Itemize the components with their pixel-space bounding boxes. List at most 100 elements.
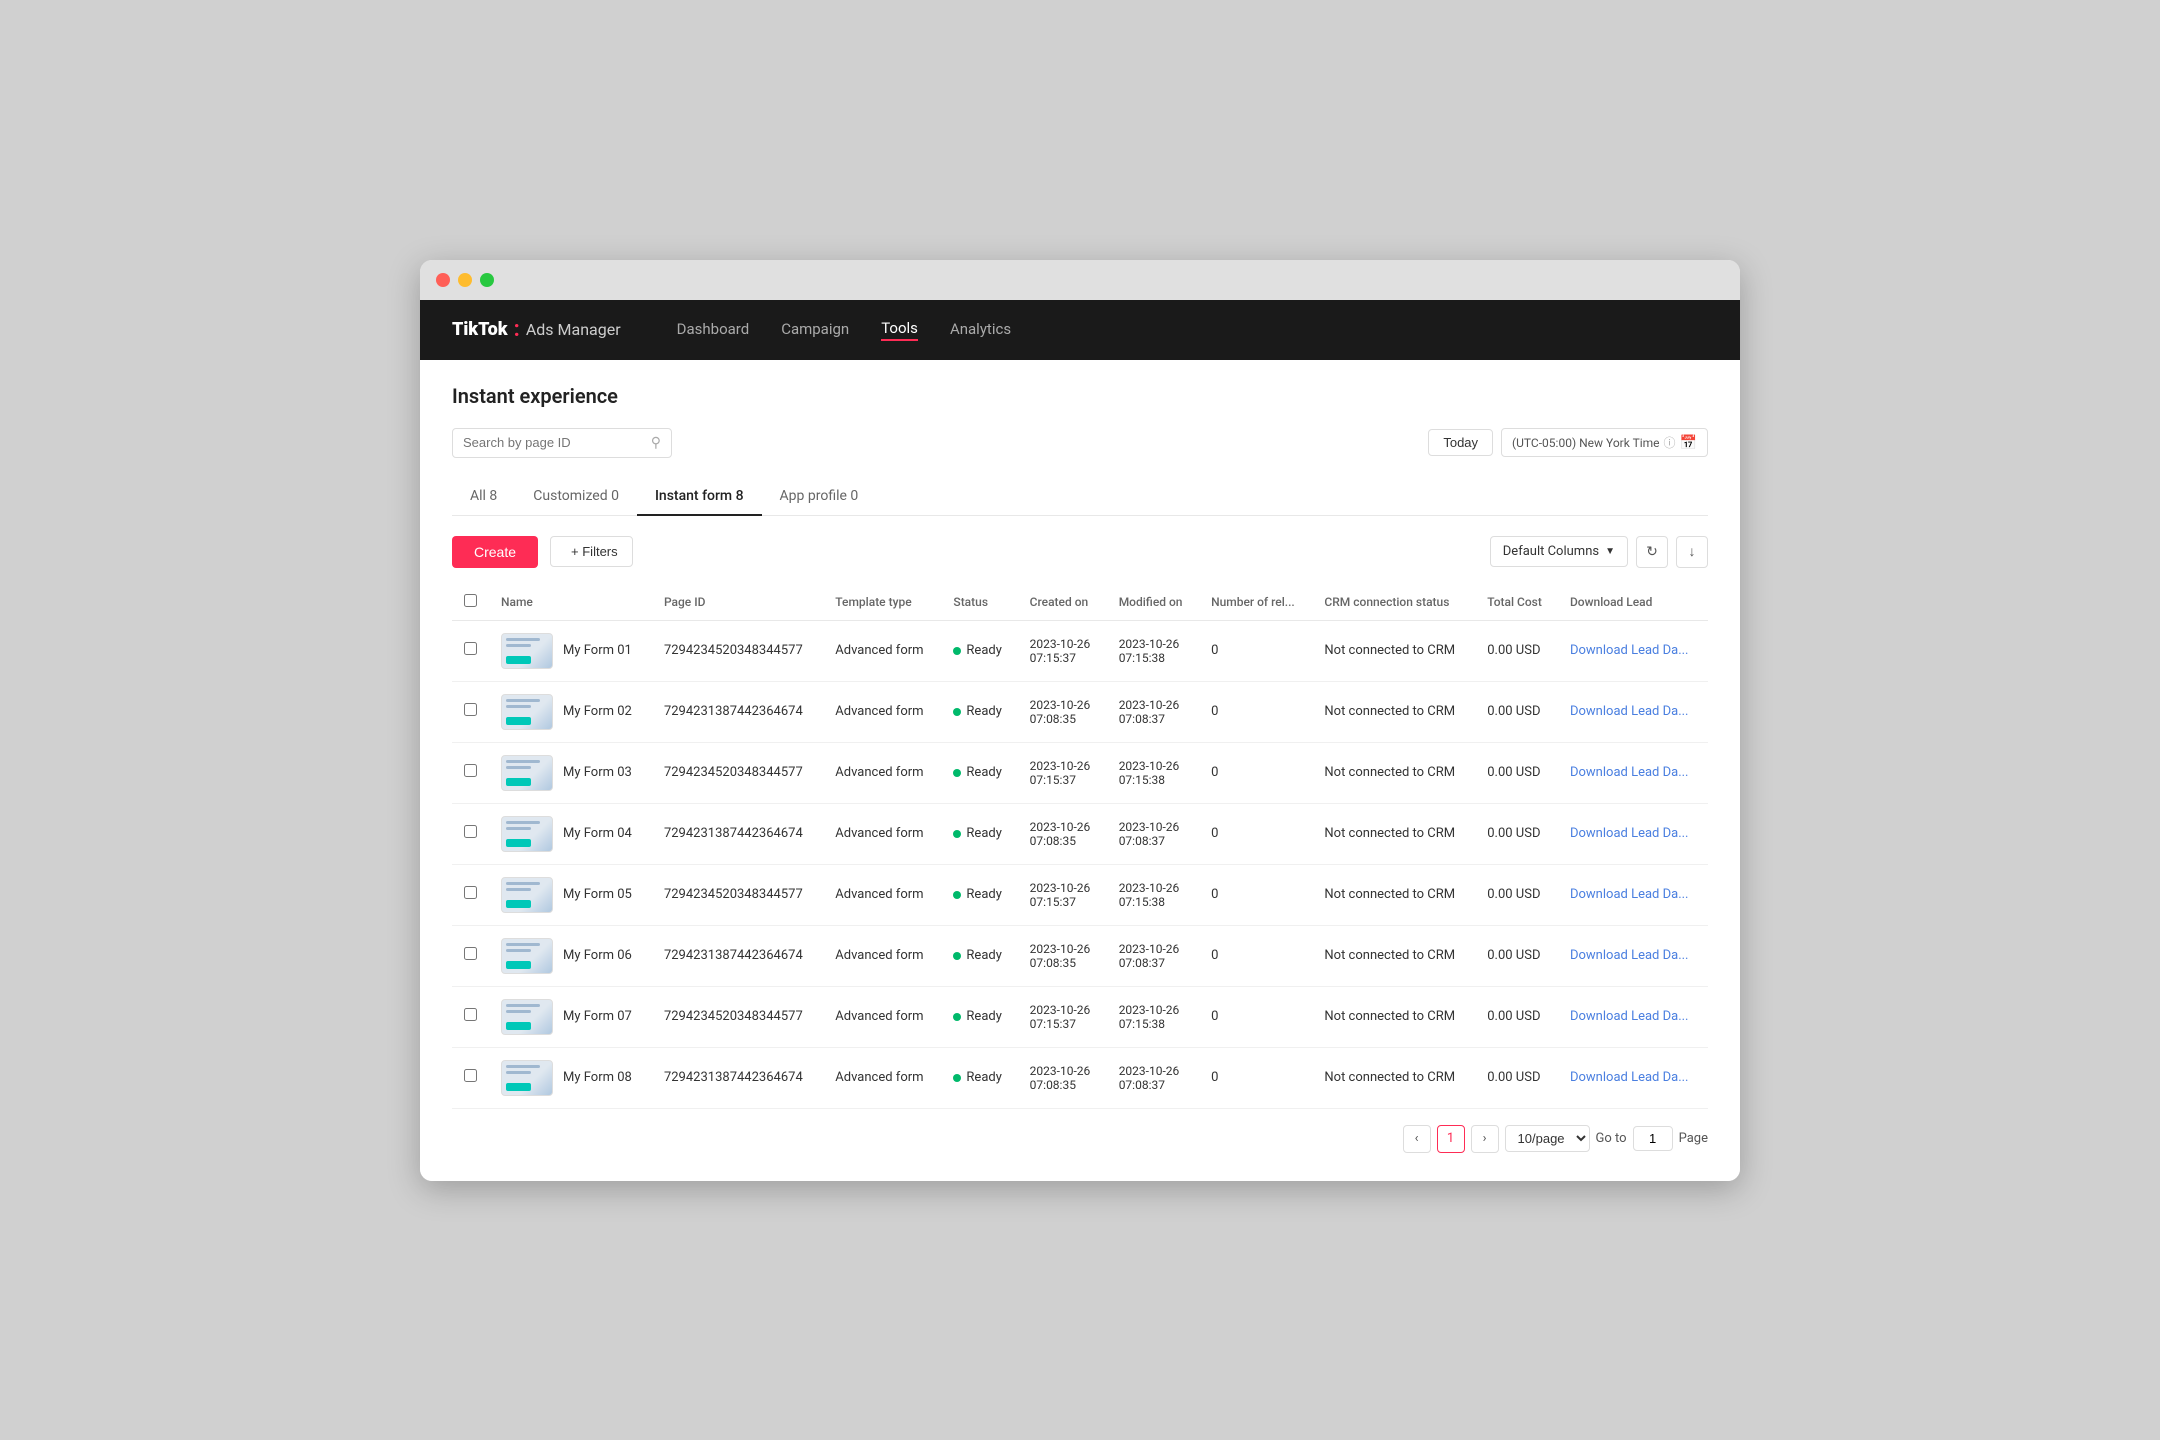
modified-on-0: 2023-10-26 07:15:38 xyxy=(1107,620,1199,681)
form-name-0: My Form 01 xyxy=(563,643,632,658)
download-cell-3: Download Lead Da... xyxy=(1558,803,1708,864)
tab-customized[interactable]: Customized 0 xyxy=(515,478,637,516)
status-label-5: Ready xyxy=(966,948,1001,963)
form-name-6: My Form 07 xyxy=(563,1009,632,1024)
nav-analytics[interactable]: Analytics xyxy=(950,320,1011,340)
row-checkbox-1[interactable] xyxy=(464,703,477,716)
export-button[interactable]: ↓ xyxy=(1676,536,1708,568)
brand-logo: TikTok : Ads Manager xyxy=(452,319,621,341)
tab-instant-form[interactable]: Instant form 8 xyxy=(637,478,762,516)
table-row: My Form 02 7294231387442364674 Advanced … xyxy=(452,681,1708,742)
brand-sub: Ads Manager xyxy=(526,320,621,339)
nav-dashboard[interactable]: Dashboard xyxy=(677,320,750,340)
refresh-button[interactable]: ↻ xyxy=(1636,536,1668,568)
page-id-7: 7294231387442364674 xyxy=(652,1047,823,1108)
row-checkbox-2[interactable] xyxy=(464,764,477,777)
crm-status-7: Not connected to CRM xyxy=(1312,1047,1475,1108)
toolbar-left: Create + Filters xyxy=(452,536,633,568)
status-dot-5 xyxy=(953,952,961,960)
nav-campaign[interactable]: Campaign xyxy=(781,320,849,340)
download-link-1[interactable]: Download Lead Da... xyxy=(1570,704,1690,719)
col-template-type: Template type xyxy=(823,584,941,621)
name-cell-2: My Form 03 xyxy=(501,755,640,791)
crm-status-4: Not connected to CRM xyxy=(1312,864,1475,925)
template-type-1: Advanced form xyxy=(823,681,941,742)
download-link-4[interactable]: Download Lead Da... xyxy=(1570,887,1690,902)
created-on-5: 2023-10-26 07:08:35 xyxy=(1018,925,1107,986)
table-row: My Form 06 7294231387442364674 Advanced … xyxy=(452,925,1708,986)
form-thumbnail-0 xyxy=(501,633,553,669)
tab-app-profile[interactable]: App profile 0 xyxy=(762,478,877,516)
tab-all[interactable]: All 8 xyxy=(452,478,515,516)
row-checkbox-3[interactable] xyxy=(464,825,477,838)
name-cell-5: My Form 06 xyxy=(501,938,640,974)
toolbar: Create + Filters Default Columns ▼ ↻ ↓ xyxy=(452,536,1708,568)
select-all-checkbox[interactable] xyxy=(464,594,477,607)
row-checkbox-4[interactable] xyxy=(464,886,477,899)
today-button[interactable]: Today xyxy=(1428,429,1493,456)
per-page-select[interactable]: 10/page 20/page 50/page xyxy=(1505,1125,1590,1152)
col-page-id: Page ID xyxy=(652,584,823,621)
goto-label: Go to xyxy=(1596,1131,1627,1146)
prev-page-button[interactable]: ‹ xyxy=(1403,1125,1431,1153)
download-link-2[interactable]: Download Lead Da... xyxy=(1570,765,1690,780)
download-cell-6: Download Lead Da... xyxy=(1558,986,1708,1047)
page-1-button[interactable]: 1 xyxy=(1437,1125,1465,1153)
next-page-button[interactable]: › xyxy=(1471,1125,1499,1153)
status-label-4: Ready xyxy=(966,887,1001,902)
toolbar-right: Default Columns ▼ ↻ ↓ xyxy=(1490,536,1708,568)
crm-status-5: Not connected to CRM xyxy=(1312,925,1475,986)
download-link-6[interactable]: Download Lead Da... xyxy=(1570,1009,1690,1024)
download-link-0[interactable]: Download Lead Da... xyxy=(1570,643,1690,658)
row-checkbox-7[interactable] xyxy=(464,1069,477,1082)
download-link-5[interactable]: Download Lead Da... xyxy=(1570,948,1690,963)
table-row: My Form 08 7294231387442364674 Advanced … xyxy=(452,1047,1708,1108)
status-label-7: Ready xyxy=(966,1070,1001,1085)
app-window: TikTok : Ads Manager Dashboard Campaign … xyxy=(420,260,1740,1181)
row-checkbox-6[interactable] xyxy=(464,1008,477,1021)
minimize-btn[interactable] xyxy=(458,273,472,287)
form-thumbnail-7 xyxy=(501,1060,553,1096)
status-dot-1 xyxy=(953,708,961,716)
col-num-rel: Number of rel... xyxy=(1199,584,1312,621)
refresh-icon: ↻ xyxy=(1646,544,1658,560)
calendar-icon[interactable]: 📅 xyxy=(1680,435,1697,451)
status-1: Ready xyxy=(941,681,1017,742)
total-cost-3: 0.00 USD xyxy=(1475,803,1558,864)
crm-status-1: Not connected to CRM xyxy=(1312,681,1475,742)
maximize-btn[interactable] xyxy=(480,273,494,287)
row-checkbox-5[interactable] xyxy=(464,947,477,960)
nav-links: Dashboard Campaign Tools Analytics xyxy=(677,319,1708,341)
crm-status-6: Not connected to CRM xyxy=(1312,986,1475,1047)
data-table: Name Page ID Template type Status Create… xyxy=(452,584,1708,1109)
download-icon: ↓ xyxy=(1689,543,1696,560)
download-cell-2: Download Lead Da... xyxy=(1558,742,1708,803)
status-4: Ready xyxy=(941,864,1017,925)
search-box[interactable]: ⚲ xyxy=(452,428,672,458)
num-rel-6: 0 xyxy=(1199,986,1312,1047)
download-link-3[interactable]: Download Lead Da... xyxy=(1570,826,1690,841)
status-dot-2 xyxy=(953,769,961,777)
row-checkbox-0[interactable] xyxy=(464,642,477,655)
columns-dropdown[interactable]: Default Columns ▼ xyxy=(1490,536,1628,567)
name-cell-1: My Form 02 xyxy=(501,694,640,730)
total-cost-0: 0.00 USD xyxy=(1475,620,1558,681)
form-thumbnail-1 xyxy=(501,694,553,730)
pagination: ‹ 1 › 10/page 20/page 50/page Go to Page xyxy=(452,1109,1708,1157)
close-btn[interactable] xyxy=(436,273,450,287)
download-link-7[interactable]: Download Lead Da... xyxy=(1570,1070,1690,1085)
modified-on-1: 2023-10-26 07:08:37 xyxy=(1107,681,1199,742)
num-rel-1: 0 xyxy=(1199,681,1312,742)
template-type-7: Advanced form xyxy=(823,1047,941,1108)
status-5: Ready xyxy=(941,925,1017,986)
create-button[interactable]: Create xyxy=(452,536,538,568)
total-cost-1: 0.00 USD xyxy=(1475,681,1558,742)
search-input[interactable] xyxy=(463,435,645,450)
col-created-on: Created on xyxy=(1018,584,1107,621)
status-label-2: Ready xyxy=(966,765,1001,780)
status-label-1: Ready xyxy=(966,704,1001,719)
goto-input[interactable] xyxy=(1633,1126,1673,1151)
filter-button[interactable]: + Filters xyxy=(550,536,633,567)
created-on-1: 2023-10-26 07:08:35 xyxy=(1018,681,1107,742)
nav-tools[interactable]: Tools xyxy=(881,319,918,341)
